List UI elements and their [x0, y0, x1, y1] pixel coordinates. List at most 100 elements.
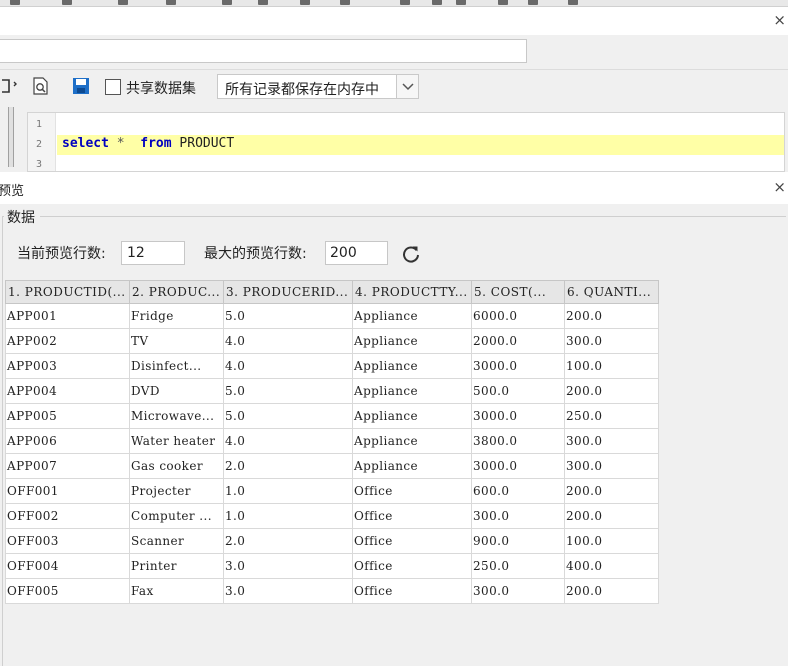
table-cell[interactable]: Appliance — [352, 353, 472, 379]
menu-icon[interactable] — [62, 0, 72, 5]
table-cell[interactable]: OFF004 — [5, 553, 130, 579]
table-cell[interactable]: APP003 — [5, 353, 130, 379]
table-cell[interactable]: 5.0 — [223, 378, 353, 404]
table-row[interactable]: OFF005 Fax 3.0 Office 300.0 200.0 — [5, 578, 659, 604]
table-cell[interactable]: Disinfect... — [129, 353, 224, 379]
table-cell[interactable]: 5.0 — [223, 303, 353, 329]
table-cell[interactable]: APP004 — [5, 378, 130, 404]
table-cell[interactable]: 300.0 — [471, 578, 565, 604]
table-cell[interactable]: APP001 — [5, 303, 130, 329]
table-cell[interactable]: 4.0 — [223, 328, 353, 354]
column-header[interactable]: 1. PRODUCTID(... — [5, 280, 130, 304]
table-cell[interactable]: Gas cooker — [129, 453, 224, 479]
table-cell[interactable]: OFF001 — [5, 478, 130, 504]
close-icon[interactable]: × — [773, 13, 786, 28]
table-cell[interactable]: APP007 — [5, 453, 130, 479]
table-cell[interactable]: Fridge — [129, 303, 224, 329]
menu-icon[interactable] — [10, 0, 20, 5]
dataset-name-input[interactable] — [0, 39, 527, 63]
menu-icon[interactable] — [400, 0, 410, 5]
table-cell[interactable]: Appliance — [352, 303, 472, 329]
table-cell[interactable]: OFF005 — [5, 578, 130, 604]
menu-icon[interactable] — [118, 0, 128, 5]
table-cell[interactable]: Appliance — [352, 403, 472, 429]
table-cell[interactable]: Microwave... — [129, 403, 224, 429]
table-cell[interactable]: 2.0 — [223, 453, 353, 479]
menu-icon[interactable] — [300, 0, 310, 5]
memory-mode-dropdown-button[interactable] — [396, 75, 418, 98]
table-cell[interactable]: 250.0 — [471, 553, 565, 579]
table-cell[interactable]: Fax — [129, 578, 224, 604]
max-rows-input[interactable]: 200 — [325, 241, 388, 265]
table-cell[interactable]: 3000.0 — [471, 403, 565, 429]
sql-editor[interactable]: 1 2 3 select * from PRODUCT — [27, 112, 785, 172]
table-cell[interactable]: 1.0 — [223, 503, 353, 529]
table-row[interactable]: OFF001 Projecter 1.0 Office 600.0 200.0 — [5, 478, 659, 504]
table-cell[interactable]: 4.0 — [223, 428, 353, 454]
table-cell[interactable]: Office — [352, 578, 472, 604]
table-row[interactable]: OFF002 Computer ... 1.0 Office 300.0 200.0 — [5, 503, 659, 529]
table-row[interactable]: APP003 Disinfect... 4.0 Appliance 3000.0 100.… — [5, 353, 659, 379]
table-cell[interactable]: Office — [352, 528, 472, 554]
table-row[interactable]: APP001 Fridge 5.0 Appliance 6000.0 200.0 — [5, 303, 659, 329]
table-cell[interactable]: APP002 — [5, 328, 130, 354]
table-cell[interactable]: 300.0 — [471, 503, 565, 529]
table-cell[interactable]: 3.0 — [223, 578, 353, 604]
column-header[interactable]: 3. PRODUCERID... — [223, 280, 353, 304]
table-cell[interactable]: Water heater — [129, 428, 224, 454]
table-cell[interactable]: 3.0 — [223, 553, 353, 579]
table-cell[interactable]: 200.0 — [564, 303, 659, 329]
editor-scroll-handle[interactable] — [0, 103, 22, 171]
table-cell[interactable]: 600.0 — [471, 478, 565, 504]
table-cell[interactable]: 100.0 — [564, 528, 659, 554]
table-cell[interactable]: TV — [129, 328, 224, 354]
table-cell[interactable]: APP005 — [5, 403, 130, 429]
table-cell[interactable]: 6000.0 — [471, 303, 565, 329]
table-row[interactable]: APP002 TV 4.0 Appliance 2000.0 300.0 — [5, 328, 659, 354]
table-cell[interactable]: 1.0 — [223, 478, 353, 504]
save-icon[interactable] — [71, 76, 91, 96]
memory-mode-select[interactable]: 所有记录都保存在内存中 — [217, 74, 419, 99]
column-header[interactable]: 6. QUANTI... — [564, 280, 659, 304]
table-cell[interactable]: 300.0 — [564, 328, 659, 354]
menu-icon[interactable] — [222, 0, 232, 5]
preview-file-icon[interactable] — [31, 76, 51, 96]
table-cell[interactable]: Projecter — [129, 478, 224, 504]
menu-icon[interactable] — [432, 0, 442, 5]
table-cell[interactable]: 900.0 — [471, 528, 565, 554]
menu-icon[interactable] — [166, 0, 176, 5]
table-cell[interactable]: Appliance — [352, 453, 472, 479]
table-cell[interactable]: 300.0 — [564, 428, 659, 454]
table-cell[interactable]: Scanner — [129, 528, 224, 554]
table-cell[interactable]: 300.0 — [564, 453, 659, 479]
table-cell[interactable]: 3000.0 — [471, 353, 565, 379]
current-rows-input[interactable]: 12 — [121, 241, 185, 265]
column-header[interactable]: 2. PRODUC... — [129, 280, 224, 304]
close-icon[interactable]: × — [773, 180, 786, 195]
table-cell[interactable]: 4.0 — [223, 353, 353, 379]
column-header[interactable]: 4. PRODUCTTY... — [352, 280, 472, 304]
refresh-query-icon[interactable] — [0, 76, 20, 96]
menu-icon[interactable] — [528, 0, 538, 5]
table-cell[interactable]: 400.0 — [564, 553, 659, 579]
table-cell[interactable]: Office — [352, 503, 472, 529]
table-cell[interactable]: Office — [352, 553, 472, 579]
share-dataset-checkbox[interactable] — [105, 79, 121, 95]
table-cell[interactable]: Printer — [129, 553, 224, 579]
table-cell[interactable]: 5.0 — [223, 403, 353, 429]
table-cell[interactable]: Appliance — [352, 378, 472, 404]
menu-icon[interactable] — [340, 0, 350, 5]
table-row[interactable]: APP007 Gas cooker 2.0 Appliance 3000.0 300.0 — [5, 453, 659, 479]
menu-icon[interactable] — [498, 0, 508, 5]
table-cell[interactable]: Computer ... — [129, 503, 224, 529]
table-cell[interactable]: 500.0 — [471, 378, 565, 404]
table-cell[interactable]: 3000.0 — [471, 453, 565, 479]
table-cell[interactable]: Appliance — [352, 428, 472, 454]
table-cell[interactable]: Office — [352, 478, 472, 504]
table-cell[interactable]: OFF003 — [5, 528, 130, 554]
table-cell[interactable]: Appliance — [352, 328, 472, 354]
table-cell[interactable]: 200.0 — [564, 578, 659, 604]
column-header[interactable]: 5. COST(... — [471, 280, 565, 304]
table-cell[interactable]: DVD — [129, 378, 224, 404]
table-cell[interactable]: 100.0 — [564, 353, 659, 379]
